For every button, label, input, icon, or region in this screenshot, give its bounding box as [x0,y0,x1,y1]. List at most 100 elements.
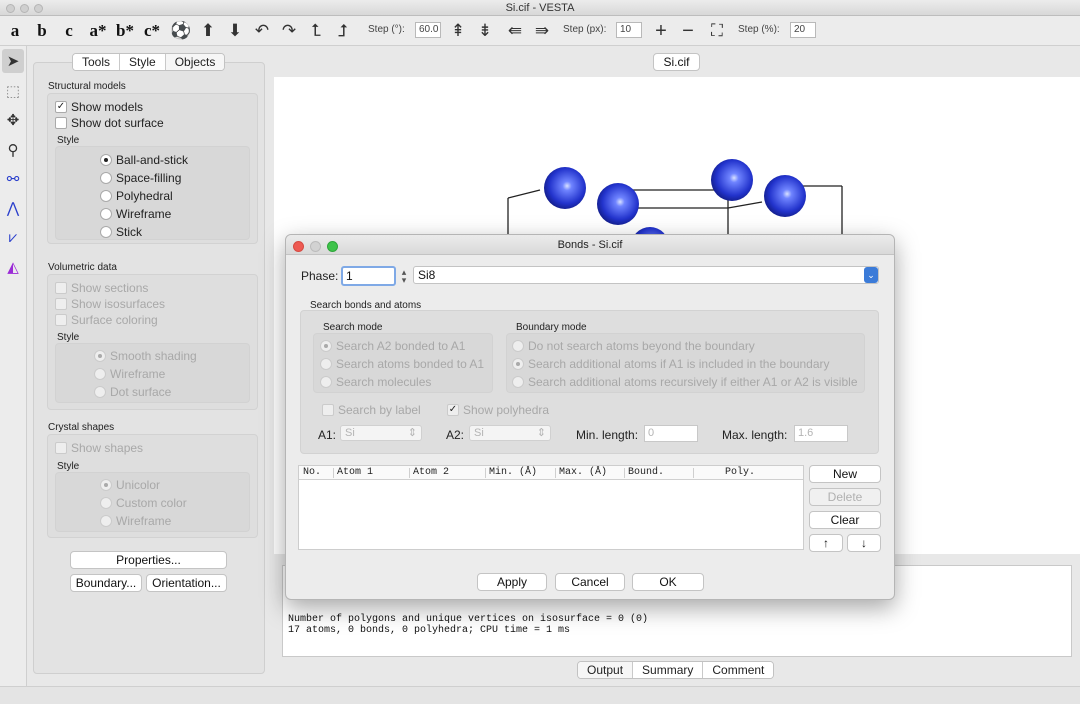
radio-search-additional[interactable]: Search additional atoms if A1 is include… [512,357,830,371]
zoom-out-icon[interactable]: − [678,19,698,43]
fit-to-screen-icon[interactable]: ⛶ [706,19,728,43]
distance-tool-icon[interactable]: ⚯ [2,167,24,191]
bonds-table-header: No. Atom 1 Atom 2 Min. (Å) Max. (Å) Boun… [299,466,803,480]
tab-objects[interactable]: Objects [165,54,225,70]
crystal-style-heading: Style [57,461,80,472]
step-degree-label: Step (°): [368,24,405,35]
angle-tool-icon[interactable]: ⋀ [2,196,24,220]
rotate-right-icon[interactable]: ↷ [278,19,300,43]
dihedral-tool-icon[interactable]: ⩗ [2,225,24,249]
translate-tool-icon[interactable]: ✥ [2,108,24,132]
select-tool-icon[interactable]: ➤ [2,49,24,73]
radio-search-atoms-bonded[interactable]: Search atoms bonded to A1 [320,357,484,371]
step-percent-label: Step (%): [738,24,780,35]
delete-bond-button[interactable]: Delete [809,488,881,506]
radio-smooth-shading[interactable]: Smooth shading [94,349,197,363]
translate-left-icon[interactable]: ⇚ [503,19,527,43]
phase-label: Phase: [301,269,339,283]
dialog-title: Bonds - Si.cif [557,239,623,251]
tab-tools[interactable]: Tools [73,54,121,70]
radio-unicolor[interactable]: Unicolor [100,478,160,492]
radio-wireframe[interactable]: Wireframe [100,207,171,221]
rotate-cw-icon[interactable]: ⮥ [332,19,354,43]
step-degree-input[interactable]: 60.0 [415,22,441,38]
clear-bonds-button[interactable]: Clear [809,511,881,529]
si-atom [544,167,586,209]
column-no[interactable]: No. [303,467,321,478]
radio-search-a2-bonded[interactable]: Search A2 bonded to A1 [320,339,465,353]
view-along-b-button[interactable]: b [33,19,51,43]
tab-comment[interactable]: Comment [703,662,774,678]
rotate-left-icon[interactable]: ↶ [251,19,273,43]
phase-stepper[interactable]: ▴ ▾ [399,268,409,285]
phase-input[interactable]: 1 [341,266,396,286]
step-px-input[interactable]: 10 [616,22,642,38]
cancel-button[interactable]: Cancel [555,573,625,591]
column-max[interactable]: Max. (Å) [559,467,607,478]
apply-button[interactable]: Apply [477,573,547,591]
move-up-button[interactable]: ↑ [809,534,843,552]
radio-search-recursive[interactable]: Search additional atoms recursively if e… [512,375,858,389]
tab-style[interactable]: Style [120,54,166,70]
select-region-tool-icon[interactable]: ⬚ [2,79,24,103]
lattice-plane-tool-icon[interactable]: ◭ [2,255,24,279]
max-length-input[interactable]: 1.6 [794,425,848,442]
tab-output[interactable]: Output [578,662,634,678]
phase-select[interactable]: Si8 [413,266,879,284]
show-polyhedra-checkbox[interactable]: ✓ Show polyhedra [447,403,549,417]
boundary-button[interactable]: Boundary... [70,574,142,592]
status-bar [0,686,1080,704]
a1-select[interactable]: Si ⇕ [340,425,422,441]
radio-crystal-wireframe[interactable]: Wireframe [100,514,171,528]
rotate-ccw-icon[interactable]: ⮤ [305,19,327,43]
rotate-down-icon[interactable]: ⬇ [224,19,246,43]
bonds-table[interactable]: No. Atom 1 Atom 2 Min. (Å) Max. (Å) Boun… [298,465,804,550]
column-atom2[interactable]: Atom 2 [413,467,449,478]
show-sections-checkbox[interactable]: Show sections [55,281,148,295]
magnify-tool-icon[interactable]: ⚲ [2,138,24,162]
orientation-button[interactable]: Orientation... [146,574,227,592]
a2-select[interactable]: Si ⇕ [469,425,551,441]
view-along-a-button[interactable]: a [6,19,24,43]
translate-up-icon[interactable]: ⇞ [448,19,468,43]
show-models-checkbox[interactable]: ✓ Show models [55,100,143,114]
translate-right-icon[interactable]: ⇛ [530,19,554,43]
column-min[interactable]: Min. (Å) [489,467,537,478]
min-length-input[interactable]: 0 [644,425,698,442]
radio-dot-surface[interactable]: Dot surface [94,385,171,399]
translate-down-icon[interactable]: ⇟ [475,19,495,43]
radio-volumetric-wireframe[interactable]: Wireframe [94,367,165,381]
radio-search-molecules[interactable]: Search molecules [320,375,431,389]
search-by-label-checkbox[interactable]: Search by label [322,403,421,417]
move-down-button[interactable]: ↓ [847,534,881,552]
radio-polyhedral[interactable]: Polyhedral [100,189,173,203]
a2-label: A2: [446,428,465,442]
show-dot-surface-checkbox[interactable]: Show dot surface [55,116,164,130]
rotate-up-icon[interactable]: ⬆ [197,19,219,43]
view-along-a-star-button[interactable]: a* [87,19,109,43]
tab-summary[interactable]: Summary [633,662,704,678]
view-along-c-star-button[interactable]: c* [141,19,163,43]
column-atom1[interactable]: Atom 1 [337,467,373,478]
surface-coloring-checkbox[interactable]: Surface coloring [55,313,158,327]
document-tab[interactable]: Si.cif [653,53,700,71]
show-isosurfaces-checkbox[interactable]: Show isosurfaces [55,297,165,311]
radio-stick[interactable]: Stick [100,225,142,239]
radio-custom-color[interactable]: Custom color [100,496,187,510]
radio-space-filling[interactable]: Space-filling [100,171,181,185]
show-shapes-checkbox[interactable]: Show shapes [55,441,143,455]
zoom-in-icon[interactable]: + [651,19,671,43]
radio-ball-and-stick[interactable]: Ball-and-stick [100,153,188,167]
standard-orientation-icon[interactable]: ⚽ [170,19,192,43]
radio-no-search-beyond[interactable]: Do not search atoms beyond the boundary [512,339,755,353]
column-bound[interactable]: Bound. [628,467,664,478]
new-bond-button[interactable]: New [809,465,881,483]
view-along-c-button[interactable]: c [60,19,78,43]
view-along-b-star-button[interactable]: b* [114,19,136,43]
chevron-down-icon[interactable]: ⌄ [864,267,878,283]
min-length-label: Min. length: [576,428,639,442]
step-percent-input[interactable]: 20 [790,22,816,38]
ok-button[interactable]: OK [632,573,704,591]
column-poly[interactable]: Poly. [725,467,755,478]
properties-button[interactable]: Properties... [70,551,227,569]
